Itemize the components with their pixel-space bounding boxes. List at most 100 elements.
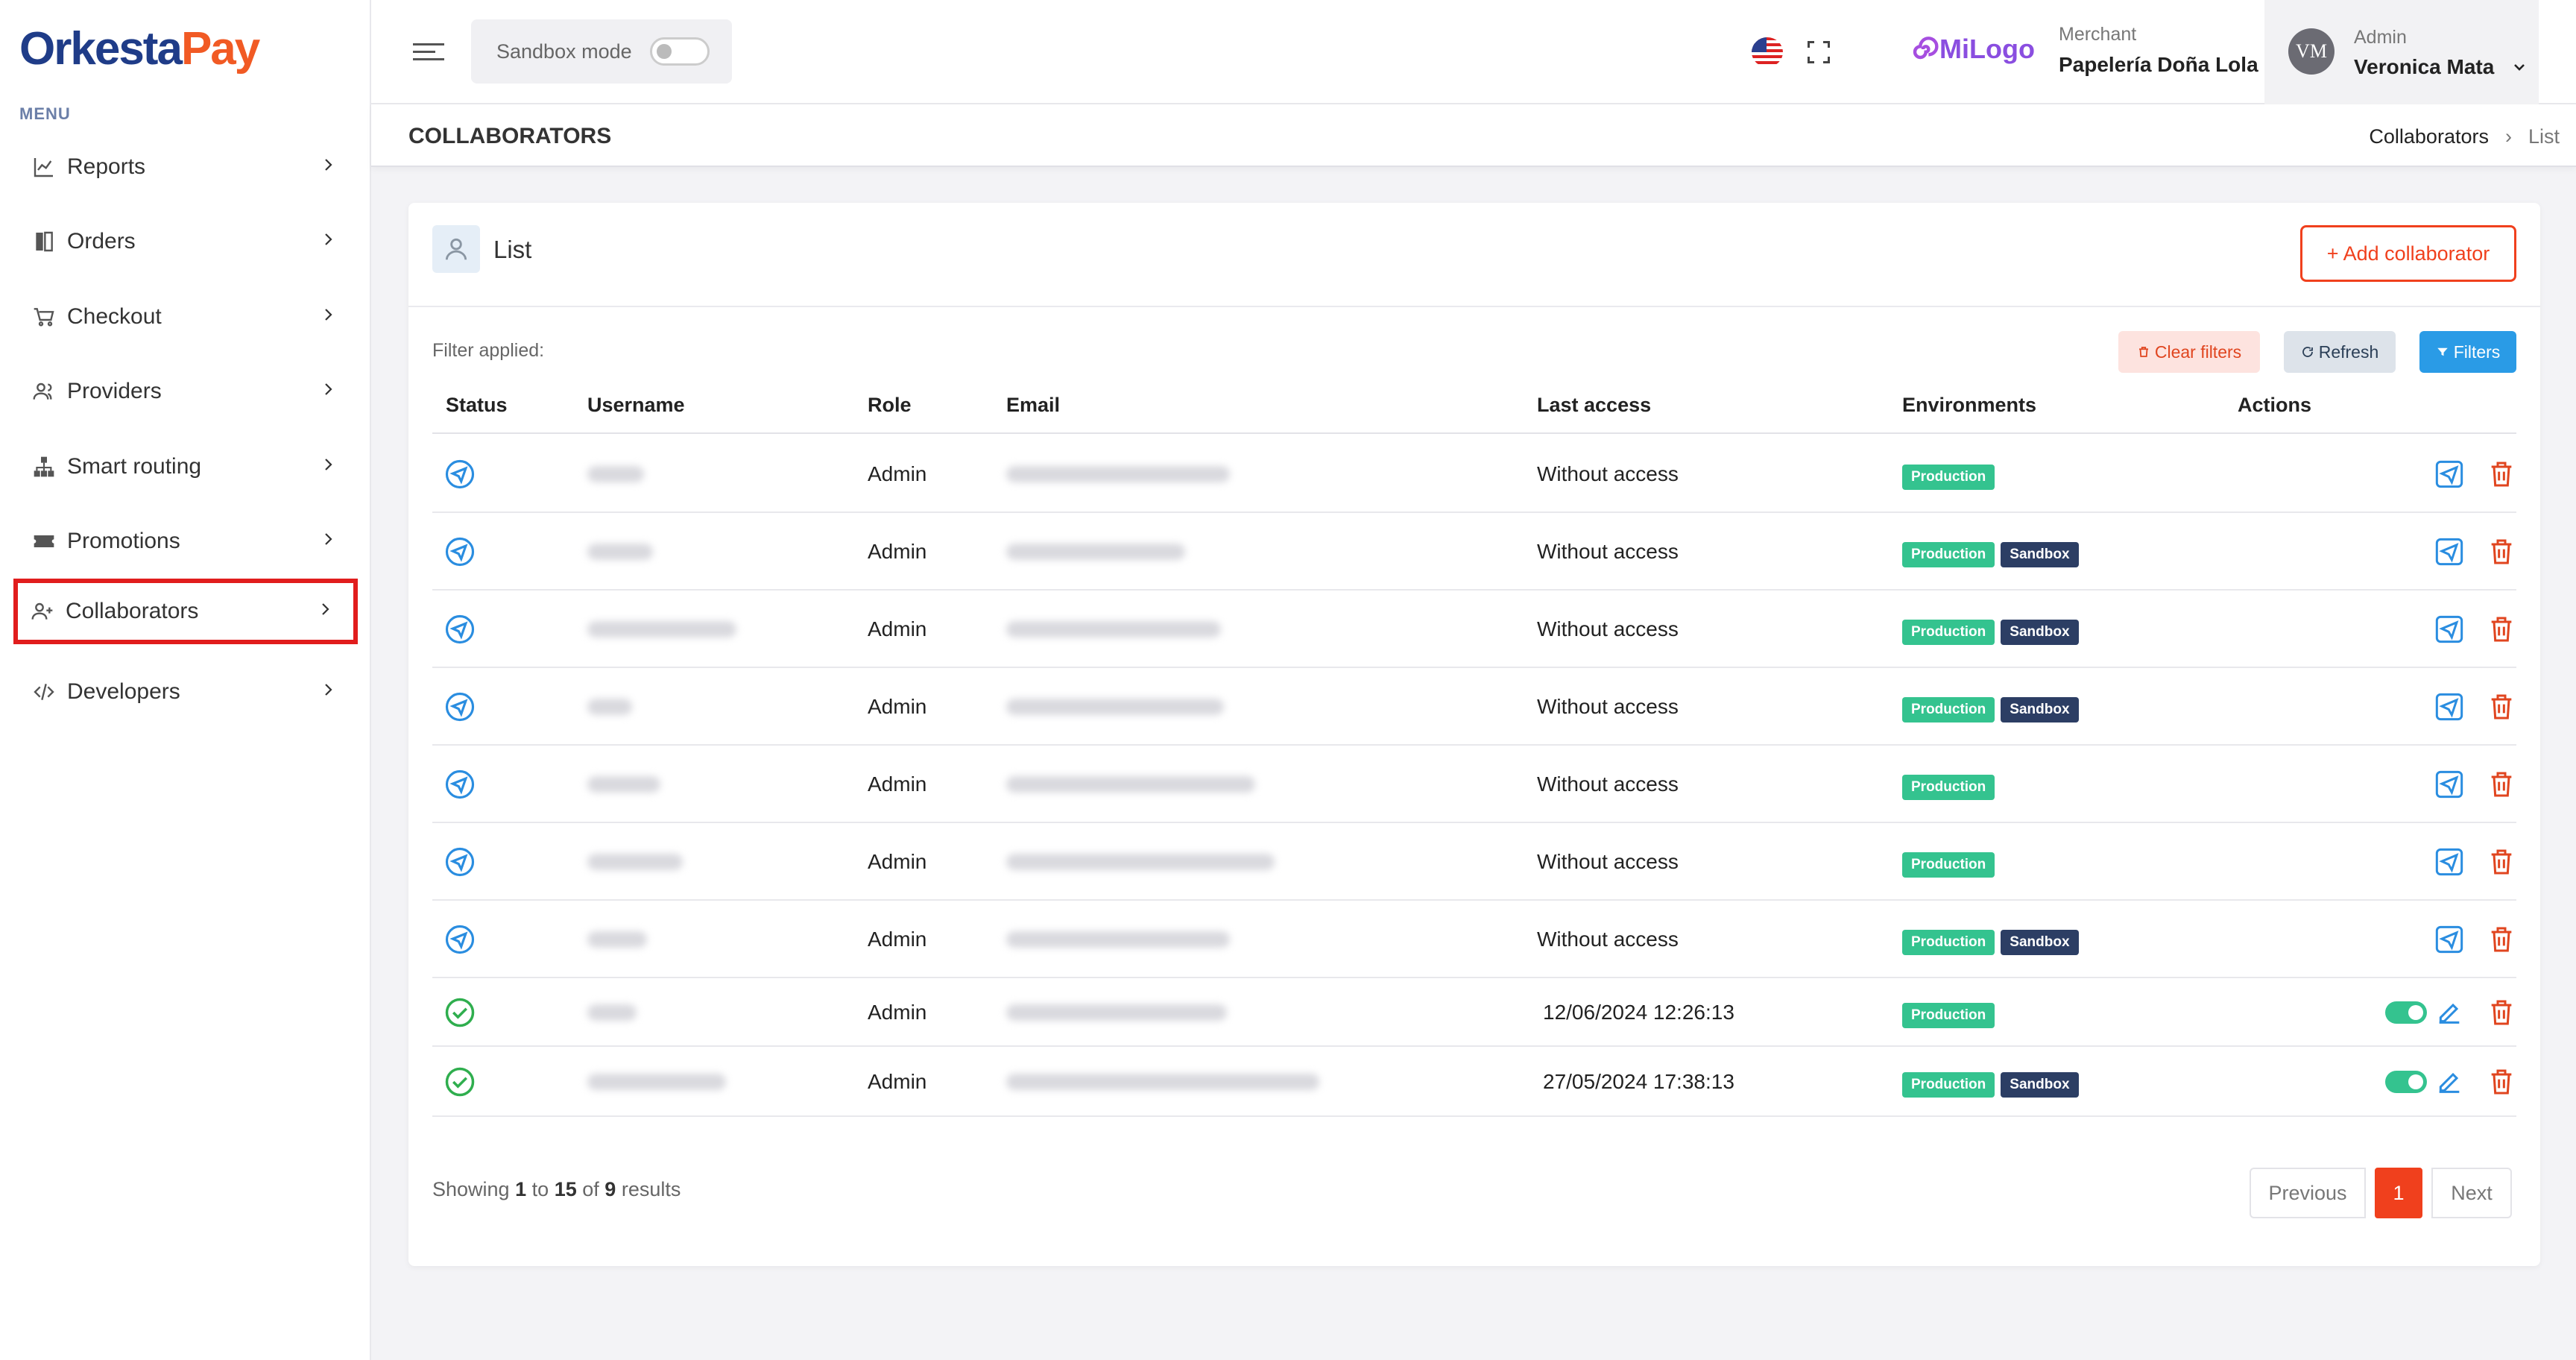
orkestapay-logo[interactable]: OrkestaPay [19, 22, 260, 75]
role-cell: Admin [868, 928, 927, 951]
username-redacted [587, 931, 647, 948]
environments-cell: Production [1902, 850, 2001, 878]
environments-cell: Production [1902, 772, 2001, 800]
showing-from: 1 [515, 1178, 527, 1200]
sidebar-item-label: Promotions [67, 529, 180, 553]
last-access-cell: Without access [1537, 540, 1679, 563]
sidebar-item-orders[interactable]: Orders [16, 209, 356, 274]
sidebar-item-providers[interactable]: Providers [16, 359, 356, 424]
merchant-label: Merchant [2059, 24, 2137, 45]
chevron-right-icon [319, 304, 341, 330]
logo-part-2: Pay [180, 23, 260, 75]
resend-invite-icon[interactable] [2434, 925, 2464, 954]
table-header: Status Username Role Email Last access E… [432, 386, 2516, 434]
active-toggle[interactable] [2385, 1071, 2427, 1093]
resend-invite-icon[interactable] [2434, 459, 2464, 489]
us-flag-icon[interactable] [1752, 37, 1783, 67]
environments-cell: Production Sandbox [1902, 540, 2085, 567]
last-access-cell: Without access [1537, 462, 1679, 485]
column-header-actions: Actions [2238, 394, 2312, 416]
role-cell: Admin [868, 540, 927, 563]
role-cell: Admin [868, 617, 927, 640]
column-header-status: Status [446, 394, 508, 416]
column-header-environments: Environments [1902, 394, 2037, 416]
resend-invite-icon[interactable] [2434, 769, 2464, 799]
send-circle-icon [444, 614, 476, 645]
delete-icon[interactable] [2487, 537, 2516, 567]
topbar: Sandbox mode MiLogo Merchant Papelería D… [371, 0, 2576, 104]
merchant-info: Merchant Papelería Doña Lola [2059, 24, 2258, 77]
breadcrumb-current: List [2528, 125, 2560, 148]
chevron-right-icon [319, 679, 341, 705]
previous-page-button[interactable]: Previous [2250, 1168, 2366, 1218]
sidebar-item-smart-routing[interactable]: Smart routing [16, 434, 356, 500]
env-badge: Sandbox [2001, 930, 2079, 955]
user-plus-icon [28, 597, 57, 626]
user-menu[interactable]: VM Admin Veronica Mata [2264, 0, 2539, 104]
page-number-button[interactable]: 1 [2375, 1168, 2422, 1218]
delete-icon[interactable] [2487, 1067, 2516, 1097]
resend-invite-icon[interactable] [2434, 692, 2464, 722]
book-icon [30, 227, 58, 256]
add-collaborator-button[interactable]: + Add collaborator [2300, 225, 2516, 282]
logo-part-1: Orkesta [19, 23, 183, 75]
sidebar-item-checkout[interactable]: Checkout [16, 284, 356, 350]
delete-icon[interactable] [2487, 847, 2516, 877]
sidebar-item-label: Providers [67, 379, 162, 403]
delete-icon[interactable] [2487, 998, 2516, 1027]
send-circle-icon [444, 846, 476, 878]
last-access-cell: 27/05/2024 17:38:13 [1543, 1070, 1734, 1093]
chevron-right-icon [319, 154, 341, 180]
breadcrumb-collaborators[interactable]: Collaborators [2369, 125, 2489, 148]
role-cell: Admin [868, 850, 927, 873]
next-page-button[interactable]: Next [2431, 1168, 2512, 1218]
filters-button[interactable]: Filters [2419, 331, 2516, 373]
clear-filters-button[interactable]: Clear filters [2118, 331, 2260, 373]
table-row: Admin Without access Production [432, 435, 2516, 513]
username-redacted [587, 621, 736, 638]
role-cell: Admin [868, 1070, 927, 1093]
resend-invite-icon[interactable] [2434, 614, 2464, 644]
chart-line-icon [30, 153, 58, 181]
sidebar-item-label: Checkout [67, 304, 162, 329]
delete-icon[interactable] [2487, 692, 2516, 722]
merchant-logo: MiLogo [1907, 33, 2035, 66]
edit-icon[interactable] [2434, 1067, 2464, 1097]
edit-icon[interactable] [2434, 998, 2464, 1027]
sidebar-item-developers[interactable]: Developers [16, 659, 356, 725]
active-toggle[interactable] [2385, 1001, 2427, 1024]
card-header: List + Add collaborator [408, 203, 2540, 307]
page-title: COLLABORATORS [408, 124, 612, 148]
role-cell: Admin [868, 772, 927, 796]
email-redacted [1006, 466, 1230, 482]
sidebar-item-collaborators[interactable]: Collaborators [13, 579, 358, 644]
sidebar-item-label: Collaborators [66, 599, 199, 623]
env-badge: Production [1902, 542, 1995, 567]
sandbox-toggle[interactable] [649, 37, 710, 66]
column-header-role: Role [868, 394, 912, 416]
sidebar-item-reports[interactable]: Reports [16, 134, 356, 200]
delete-icon[interactable] [2487, 459, 2516, 489]
chevron-down-icon [2510, 58, 2528, 76]
ticket-icon [30, 527, 58, 555]
refresh-button[interactable]: Refresh [2284, 331, 2396, 373]
email-redacted [1006, 776, 1255, 793]
sidebar-item-label: Reports [67, 154, 146, 179]
sandbox-mode-switch[interactable]: Sandbox mode [471, 19, 732, 84]
table-row: Admin Without access Production Sandbox [432, 901, 2516, 978]
delete-icon[interactable] [2487, 614, 2516, 644]
fullscreen-icon[interactable] [1805, 39, 1832, 66]
code-icon [30, 678, 58, 706]
showing-results-word: results [621, 1178, 681, 1200]
send-circle-icon [444, 536, 476, 567]
chevron-right-icon [319, 379, 341, 404]
last-access-cell: Without access [1537, 850, 1679, 873]
sidebar-item-promotions[interactable]: Promotions [16, 509, 356, 574]
resend-invite-icon[interactable] [2434, 537, 2464, 567]
delete-icon[interactable] [2487, 925, 2516, 954]
breadcrumb: Collaborators › List [2369, 125, 2560, 148]
last-access-cell: Without access [1537, 695, 1679, 718]
resend-invite-icon[interactable] [2434, 847, 2464, 877]
hamburger-menu-icon[interactable] [413, 37, 444, 67]
delete-icon[interactable] [2487, 769, 2516, 799]
